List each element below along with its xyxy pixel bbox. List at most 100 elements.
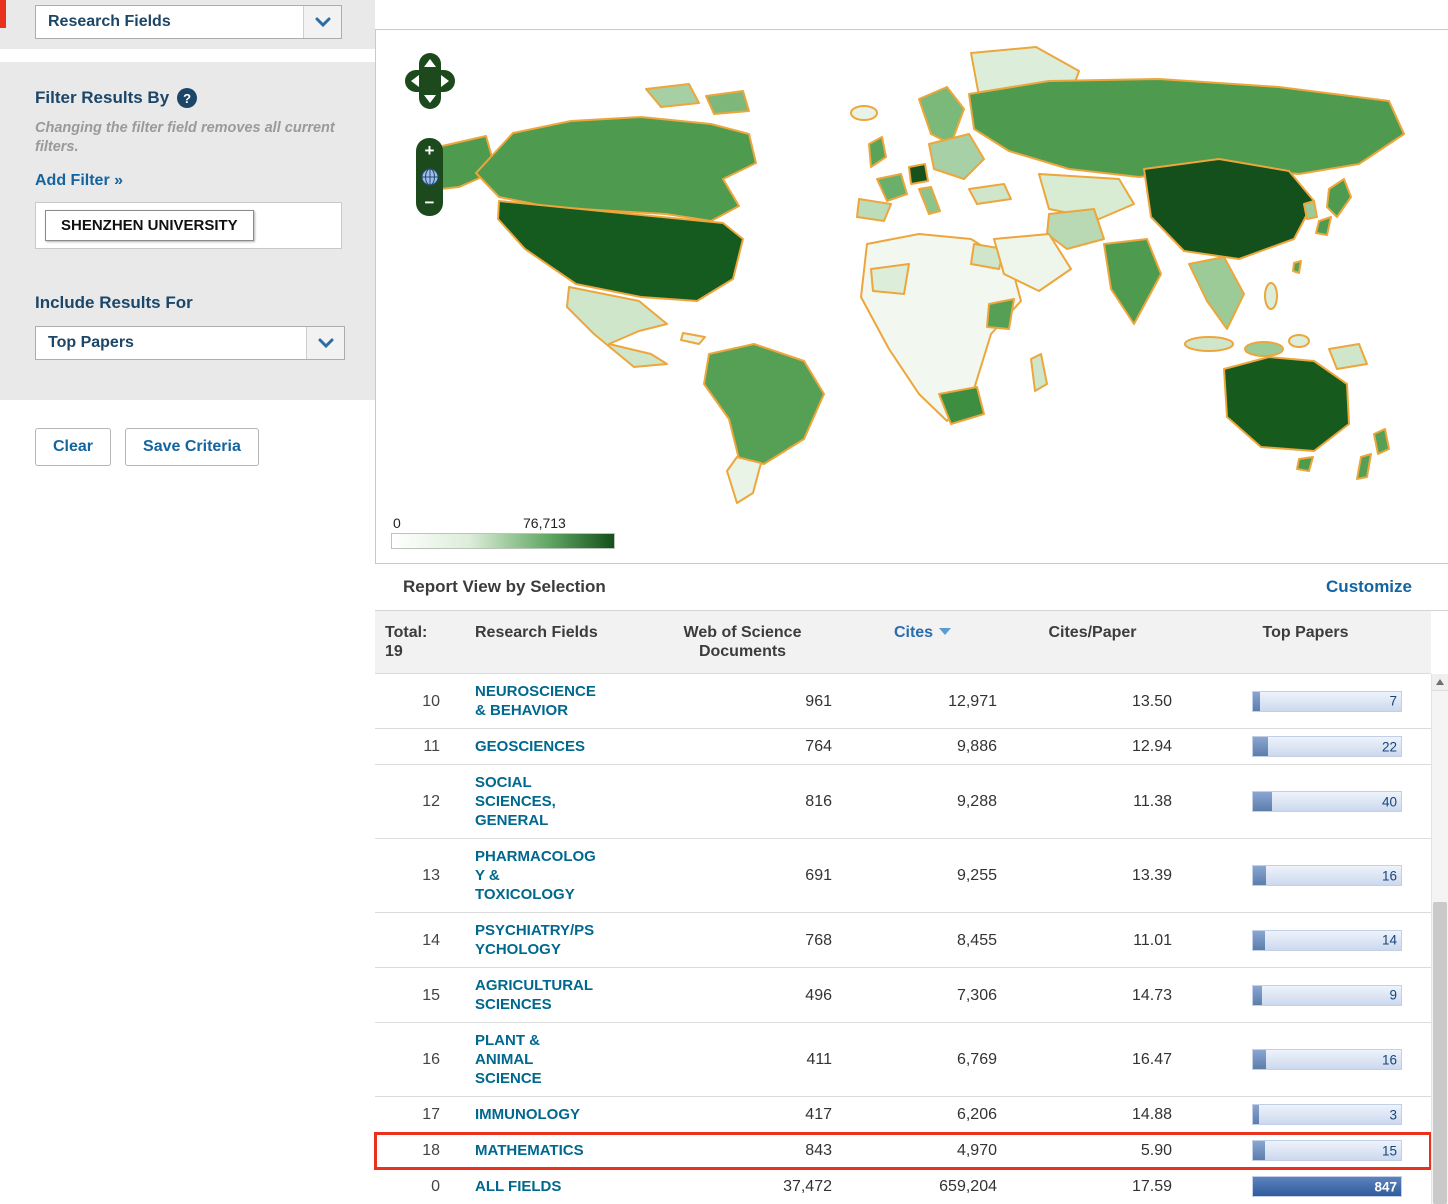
arctic-islands[interactable]	[706, 91, 749, 114]
country-spain[interactable]	[857, 199, 891, 221]
field-link[interactable]: GEOSCIENCES	[475, 737, 585, 756]
filter-results-title: Filter Results By	[35, 88, 169, 108]
table-row: 16 PLANT & ANIMAL SCIENCE 411 6,769 16.4…	[375, 1023, 1431, 1097]
cites-per-paper-cell: 14.73	[1005, 968, 1180, 1023]
scrollbar-thumb[interactable]	[1433, 902, 1447, 1204]
cites-per-paper-cell: 11.38	[1005, 765, 1180, 839]
filter-note: Changing the filter field removes all cu…	[35, 119, 345, 157]
cites-cell: 8,455	[840, 913, 1005, 968]
country-australia[interactable]	[1224, 357, 1349, 451]
top-papers-value: 22	[1382, 737, 1397, 756]
cites-cell: 9,255	[840, 839, 1005, 913]
field-link[interactable]: NEUROSCIENCE & BEHAVIOR	[475, 682, 598, 720]
column-header-documents[interactable]: Web of Science Documents	[645, 611, 840, 674]
table-row-highlighted: 18 MATHEMATICS 843 4,970 5.90 15	[375, 1133, 1431, 1169]
field-link[interactable]: MATHEMATICS	[475, 1141, 584, 1160]
filter-sidebar: Research Fields Filter Results By ? Chan…	[0, 0, 375, 1204]
field-link[interactable]: PLANT & ANIMAL SCIENCE	[475, 1031, 598, 1088]
save-criteria-button[interactable]: Save Criteria	[125, 428, 259, 466]
country-france[interactable]	[877, 174, 907, 201]
legend-max-label: 76,713	[523, 515, 566, 531]
country-mexico[interactable]	[567, 287, 667, 367]
field-link[interactable]: IMMUNOLOGY	[475, 1105, 580, 1124]
table-row: 15 AGRICULTURAL SCIENCES 496 7,306 14.73…	[375, 968, 1431, 1023]
island-sumatra[interactable]	[1185, 337, 1233, 351]
legend-gradient-bar	[391, 533, 615, 549]
cites-per-paper-cell: 16.47	[1005, 1023, 1180, 1097]
column-header-research-fields: Research Fields	[450, 611, 645, 674]
region-southern-cone[interactable]	[727, 457, 761, 503]
region-eastern-europe[interactable]	[929, 134, 984, 179]
zoom-out-button[interactable]: −	[425, 195, 435, 211]
add-filter-link[interactable]: Add Filter »	[35, 172, 123, 190]
cites-cell: 12,971	[840, 674, 1005, 729]
country-turkey[interactable]	[969, 184, 1011, 204]
field-link[interactable]: SOCIAL SCIENCES, GENERAL	[475, 773, 598, 830]
world-map-panel: + − 0 76,713	[375, 29, 1448, 564]
country-brazil[interactable]	[704, 344, 824, 464]
filter-section: Filter Results By ? Changing the filter …	[0, 62, 375, 400]
chevron-down-icon	[306, 327, 344, 359]
country-germany[interactable]	[909, 164, 928, 184]
customize-link[interactable]: Customize	[1326, 577, 1412, 597]
country-india[interactable]	[1104, 239, 1161, 324]
scrollbar-up-button[interactable]	[1432, 674, 1448, 691]
field-link[interactable]: PHARMACOLOGY & TOXICOLOGY	[475, 847, 598, 904]
table-row-all-fields: 0 ALL FIELDS 37,472 659,204 17.59 847	[375, 1169, 1431, 1204]
rank-cell: 14	[375, 913, 450, 968]
arctic-islands[interactable]	[646, 84, 699, 107]
country-philippines[interactable]	[1265, 283, 1277, 309]
region-west-africa[interactable]	[871, 264, 909, 294]
top-papers-value: 847	[1374, 1177, 1397, 1196]
country-italy[interactable]	[919, 187, 940, 214]
country-iceland[interactable]	[851, 106, 877, 120]
total-count-label: Total: 19	[375, 611, 450, 674]
region-east-africa[interactable]	[987, 299, 1014, 329]
country-cuba[interactable]	[681, 333, 705, 344]
region-scandinavia[interactable]	[919, 87, 964, 144]
report-table-area: Total: 19 Research Fields Web of Science…	[375, 611, 1448, 1204]
documents-cell: 764	[645, 729, 840, 765]
clear-button[interactable]: Clear	[35, 428, 111, 466]
rank-cell: 17	[375, 1097, 450, 1133]
column-header-cites-per-paper[interactable]: Cites/Paper	[1005, 611, 1180, 674]
sidebar-actions: Clear Save Criteria	[0, 400, 375, 466]
table-row: 11 GEOSCIENCES 764 9,886 12.94 22	[375, 729, 1431, 765]
world-map[interactable]	[376, 36, 1436, 536]
report-title: Report View by Selection	[403, 577, 606, 597]
zoom-in-button[interactable]: +	[425, 143, 435, 159]
country-japan[interactable]	[1316, 217, 1331, 235]
map-pan-control[interactable]	[404, 52, 456, 110]
column-header-cites[interactable]: Cites	[840, 611, 1005, 674]
field-link[interactable]: AGRICULTURAL SCIENCES	[475, 976, 598, 1014]
region-indochina[interactable]	[1189, 257, 1244, 329]
cites-header-label: Cites	[894, 624, 933, 641]
active-filter-chip[interactable]: SHENZHEN UNIVERSITY	[45, 210, 254, 241]
field-link[interactable]: ALL FIELDS	[475, 1177, 561, 1196]
help-icon[interactable]: ?	[177, 88, 197, 108]
documents-cell: 411	[645, 1023, 840, 1097]
country-new-zealand[interactable]	[1374, 429, 1389, 454]
globe-icon[interactable]	[421, 168, 439, 186]
island-tasmania[interactable]	[1297, 457, 1313, 471]
country-korea[interactable]	[1304, 201, 1317, 219]
rank-cell: 13	[375, 839, 450, 913]
research-fields-dropdown[interactable]: Research Fields	[35, 5, 342, 39]
island-borneo[interactable]	[1245, 342, 1283, 356]
country-new-zealand[interactable]	[1357, 454, 1371, 479]
country-uk[interactable]	[869, 137, 886, 167]
country-china[interactable]	[1144, 159, 1314, 259]
country-japan[interactable]	[1327, 179, 1351, 217]
country-russia[interactable]	[969, 79, 1404, 177]
top-papers-dropdown[interactable]: Top Papers	[35, 326, 345, 360]
cites-per-paper-cell: 17.59	[1005, 1169, 1180, 1204]
field-link[interactable]: PSYCHIATRY/PSYCHOLOGY	[475, 921, 598, 959]
island-new-guinea[interactable]	[1329, 344, 1367, 369]
country-madagascar[interactable]	[1031, 354, 1047, 391]
table-scrollbar[interactable]	[1431, 674, 1448, 1204]
table-row: 14 PSYCHIATRY/PSYCHOLOGY 768 8,455 11.01…	[375, 913, 1431, 968]
column-header-top-papers[interactable]: Top Papers	[1180, 611, 1431, 674]
country-taiwan[interactable]	[1293, 261, 1301, 273]
documents-cell: 816	[645, 765, 840, 839]
island-sulawesi[interactable]	[1289, 335, 1309, 347]
